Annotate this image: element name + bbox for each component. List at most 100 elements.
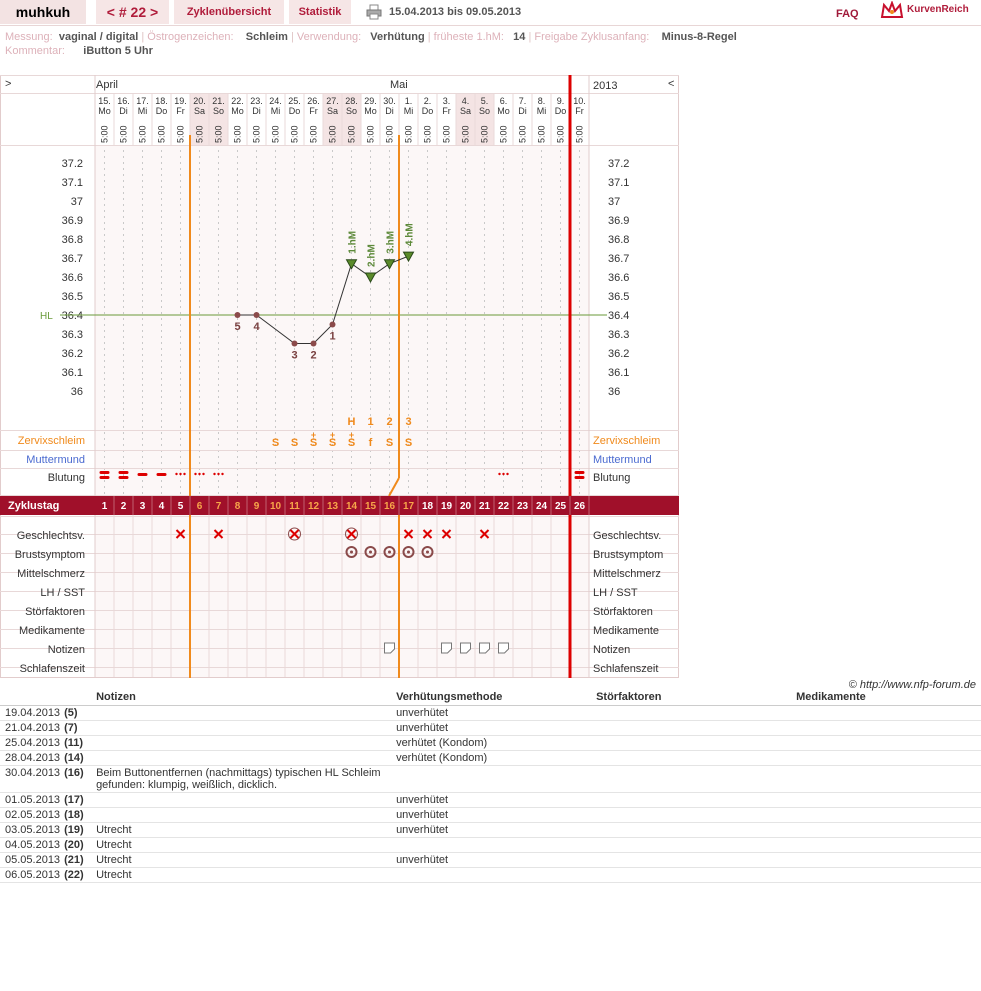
cycle-day-number: 9 <box>254 501 260 512</box>
cycle-day-number: 17 <box>403 501 415 512</box>
note-text <box>92 735 393 751</box>
bleeding-spot-mark <box>221 472 224 476</box>
cycle-day-number: 6 <box>197 501 203 512</box>
cycle-day-number: 10 <box>270 501 282 512</box>
y-tick-right: 36.6 <box>608 272 629 284</box>
cycle-navigation[interactable]: < # 22 > <box>96 0 169 24</box>
high-temp-label: 3.hM <box>386 231 397 254</box>
mucus-symbol: S <box>272 437 279 449</box>
note-cycle-day: (17) <box>64 792 93 808</box>
note-date: 19.04.2013 <box>0 705 65 721</box>
y-tick-right: 36.2 <box>608 348 629 360</box>
y-tick-left: 36.8 <box>62 234 83 246</box>
weekday-label: Mo <box>364 106 377 116</box>
note-meds <box>792 867 981 883</box>
bleeding-spot-mark <box>498 472 501 476</box>
tab-cycle-overview[interactable]: Zyklenübersicht <box>174 0 284 24</box>
weekday-label: Fr <box>309 106 318 116</box>
measure-time: 5:00 <box>423 125 433 143</box>
estrogen-value: Schleim <box>245 31 288 43</box>
mucus-plus-mark: + <box>349 430 354 440</box>
note-meds <box>792 750 981 766</box>
row-label-disturb: Störfaktoren <box>25 606 85 618</box>
weekday-label: Mi <box>271 106 281 116</box>
nav-right-arrow[interactable]: < <box>668 78 674 90</box>
usage-value: Verhütung <box>370 31 425 43</box>
measure-time: 5:00 <box>461 125 471 143</box>
day-number: 27. <box>326 96 339 106</box>
weekday-label: Mi <box>537 106 547 116</box>
y-tick-left: 37 <box>71 196 83 208</box>
cycle-day-number: 2 <box>121 501 127 512</box>
user-name-tab[interactable]: muhkuh <box>0 0 86 24</box>
row-label-breast: Brustsymptom <box>15 549 85 561</box>
low-temp-label: 5 <box>234 321 240 333</box>
day-number: 8. <box>538 96 546 106</box>
table-row: 06.05.2013 (22) Utrecht <box>0 867 981 883</box>
faq-link[interactable]: FAQ <box>836 8 859 20</box>
row-label-right-sex: Geschlechtsv. <box>593 530 661 542</box>
cycle-day-label: Zyklustag <box>8 500 59 512</box>
note-disturb <box>592 720 793 736</box>
low-temp-label: 4 <box>253 321 260 333</box>
weekday-label: Di <box>119 106 128 116</box>
weekday-label: Sa <box>460 106 471 116</box>
day-number: 24. <box>269 96 282 106</box>
earliest-value: 14 <box>513 31 526 43</box>
cycle-day-number: 25 <box>555 501 567 512</box>
crown-logo-icon[interactable] <box>880 1 904 21</box>
estrogen-label: Östrogenzeichen: <box>147 31 234 43</box>
y-tick-left: 36.7 <box>62 253 83 265</box>
note-text <box>92 705 393 721</box>
measure-time: 5:00 <box>271 125 281 143</box>
bleeding-heavy-mark <box>118 471 129 474</box>
weekday-label: Sa <box>327 106 338 116</box>
method-header: Verhütungsmethode <box>392 690 593 706</box>
tab-statistics[interactable]: Statistik <box>289 0 351 24</box>
row-label-sex: Geschlechtsv. <box>17 530 85 542</box>
bleeding-medium-mark <box>137 473 148 476</box>
note-disturb <box>592 807 793 823</box>
chart-plot-bg <box>95 145 589 497</box>
breast-symptom-dot <box>369 550 372 554</box>
printer-icon[interactable] <box>366 4 382 20</box>
note-date: 03.05.2013 <box>0 822 65 838</box>
measure-time: 5:00 <box>100 125 110 143</box>
disturb-header: Störfaktoren <box>592 690 793 706</box>
day-number: 26. <box>307 96 320 106</box>
weekday-label: Di <box>518 106 527 116</box>
high-temp-label: 4.hM <box>405 223 416 246</box>
day-number: 23. <box>250 96 263 106</box>
note-method: unverhütet <box>392 792 593 808</box>
note-method: unverhütet <box>392 720 593 736</box>
cycle-day-number: 3 <box>140 501 146 512</box>
cycle-day-number: 7 <box>216 501 222 512</box>
earliest-label: früheste 1.hM: <box>433 31 504 43</box>
note-method: unverhütet <box>392 807 593 823</box>
weekday-label: Mo <box>497 106 510 116</box>
measure-time: 5:00 <box>157 125 167 143</box>
bleeding-spot-mark <box>183 472 186 476</box>
measurement-label: Messung: <box>5 31 53 43</box>
mucus-plus-mark: + <box>330 430 335 440</box>
note-meds <box>792 765 981 793</box>
high-temp-label: 1.hM <box>348 231 359 254</box>
day-number: 21. <box>212 96 225 106</box>
row-label-lh: LH / SST <box>40 587 85 599</box>
bleeding-heavy-mark <box>99 476 110 479</box>
measure-time: 5:00 <box>518 125 528 143</box>
cycle-day-number: 8 <box>235 501 241 512</box>
day-number: 19. <box>174 96 187 106</box>
row-label-right-cervix: Muttermund <box>593 454 652 466</box>
weekday-label: So <box>479 106 490 116</box>
logo-text[interactable]: KurvenReich <box>907 4 969 15</box>
bleeding-spot-mark <box>506 472 509 476</box>
nav-left-arrow[interactable]: > <box>5 78 11 90</box>
peak-marker: 2 <box>386 416 392 428</box>
peak-marker: 3 <box>405 416 411 428</box>
note-text <box>92 720 393 736</box>
y-tick-right: 36.3 <box>608 329 629 341</box>
y-tick-left: 36.2 <box>62 348 83 360</box>
note-cycle-day: (20) <box>64 837 93 853</box>
row-label-meds: Medikamente <box>19 625 85 637</box>
